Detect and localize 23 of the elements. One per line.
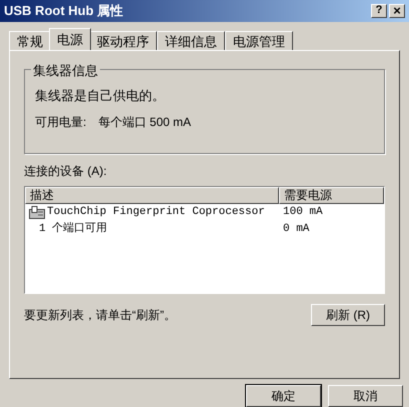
help-button[interactable]: ?	[371, 4, 387, 18]
tab[interactable]: 常规	[9, 30, 51, 50]
hint-text: 要更新列表，请单击“刷新”。	[24, 306, 177, 324]
tab[interactable]: 电源管理	[225, 30, 293, 50]
power-label: 可用电量:	[35, 114, 86, 132]
refresh-button[interactable]: 刷新 (R)	[311, 304, 385, 326]
device-name: 1 个端口可用	[39, 221, 108, 238]
dialog-button[interactable]: 确定	[246, 385, 321, 407]
status-text: 集线器是自己供电的。	[35, 86, 166, 105]
window-title: USB Root Hub 属性	[4, 2, 124, 20]
tab[interactable]: 驱动程序	[89, 30, 157, 50]
tab[interactable]: 电源	[49, 28, 91, 50]
power-cell-text: 0 mA	[282, 222, 310, 238]
dialog-button[interactable]: 取消	[328, 385, 403, 407]
tab[interactable]: 详细信息	[157, 30, 225, 50]
device-name: TouchChip Fingerprint Coprocessor	[47, 205, 265, 220]
device-icon	[29, 206, 45, 219]
close-button[interactable]: ×	[389, 4, 405, 18]
power-cell-text: 100 mA	[282, 205, 323, 220]
power-value: 每个端口 500 mA	[98, 114, 192, 132]
column-header[interactable]: 描述	[25, 186, 279, 204]
devices-label: 连接的设备 (A):	[24, 162, 108, 180]
column-header[interactable]: 需要电源	[279, 186, 384, 204]
